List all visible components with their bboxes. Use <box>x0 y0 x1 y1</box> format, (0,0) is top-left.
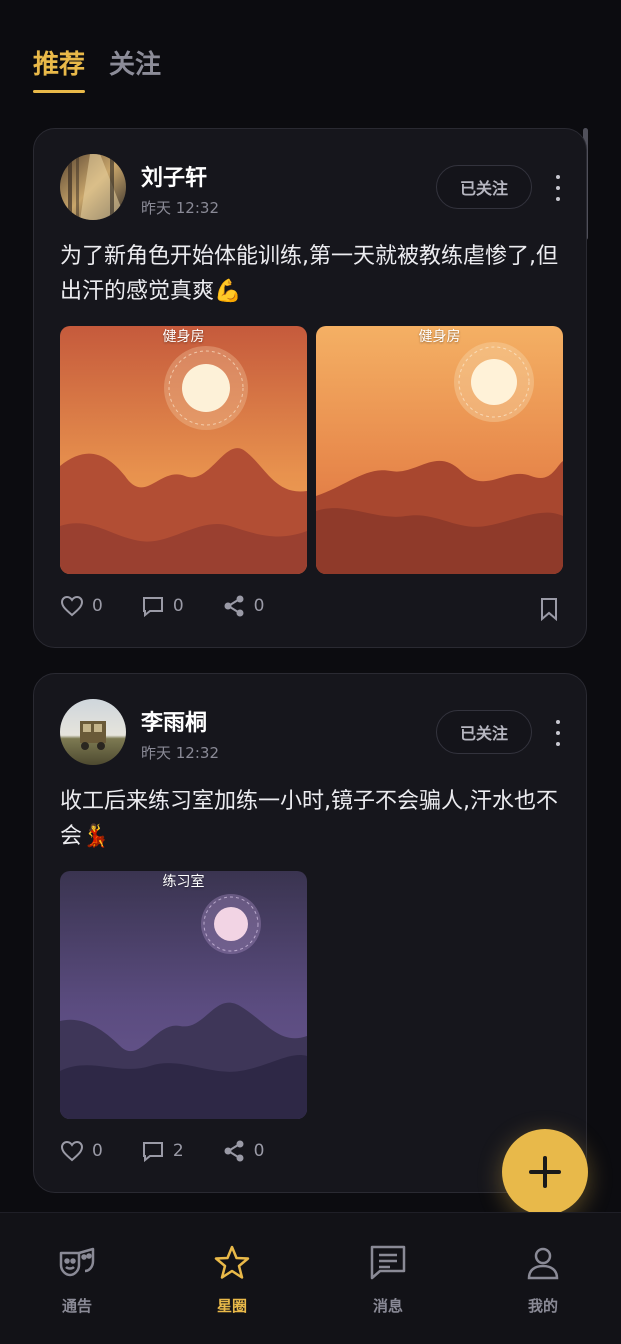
comment-button[interactable]: 2 <box>141 1139 184 1163</box>
post-text: 收工后来练习室加练一小时,镜子不会骗人,汗水也不会💃 <box>60 789 558 849</box>
nav-label: 星圈 <box>216 1297 247 1315</box>
tab-recommend[interactable]: 推荐 <box>33 44 86 93</box>
author-name[interactable]: 刘子轩 <box>141 160 207 192</box>
like-button[interactable]: 0 <box>60 594 103 618</box>
post-card: 刘子轩 昨天 12:32 已关注 为了新角色开始体能训练,第一天就被教练虐惨了,… <box>33 128 587 648</box>
post-image[interactable] <box>60 326 307 574</box>
nav-label: 我的 <box>527 1297 558 1315</box>
share-icon <box>224 595 244 617</box>
star-icon <box>214 1245 250 1279</box>
nav-item-messages[interactable]: 消息 <box>328 1243 448 1316</box>
post-image[interactable] <box>60 871 307 1119</box>
share-icon <box>224 1140 244 1162</box>
like-button[interactable]: 0 <box>60 1139 103 1163</box>
comment-button[interactable]: 0 <box>141 594 184 618</box>
comment-count: 0 <box>172 596 184 616</box>
nav-label: 消息 <box>372 1297 403 1315</box>
nav-item-star-circle[interactable]: 星圈 <box>172 1243 292 1316</box>
post-actions: 0 2 0 <box>60 1139 302 1163</box>
author-name[interactable]: 李雨桐 <box>141 705 207 737</box>
post-text: 为了新角色开始体能训练,第一天就被教练虐惨了,但出汗的感觉真爽💪 <box>60 244 558 304</box>
feed-tabs: 推荐 关注 <box>33 44 161 93</box>
avatar[interactable] <box>60 699 126 765</box>
app-screen: 推荐 关注 刘子轩 昨天 12:32 已关注 为了新角色开始体能训练,第一天就被… <box>0 0 621 1344</box>
post-card: 李雨桐 昨天 12:32 已关注 收工后来练习室加练一小时,镜子不会骗人,汗水也… <box>33 673 587 1193</box>
nav-item-announcements[interactable]: 通告 <box>17 1243 137 1316</box>
follow-button[interactable]: 已关注 <box>436 165 532 209</box>
follow-button[interactable]: 已关注 <box>436 710 532 754</box>
share-count: 0 <box>253 596 265 616</box>
comment-icon <box>142 1142 163 1163</box>
nav-label: 通告 <box>61 1297 92 1315</box>
like-count: 0 <box>92 596 103 616</box>
post-time: 昨天 12:32 <box>141 744 219 762</box>
share-button[interactable]: 0 <box>222 594 265 618</box>
nav-item-profile[interactable]: 我的 <box>483 1243 603 1316</box>
bookmark-icon[interactable] <box>538 597 560 621</box>
more-options-icon[interactable] <box>548 175 568 201</box>
avatar[interactable] <box>60 154 126 220</box>
like-count: 0 <box>92 1141 103 1161</box>
user-icon <box>527 1247 559 1280</box>
heart-icon <box>60 595 84 617</box>
post-actions: 0 0 0 <box>60 594 302 618</box>
tab-following[interactable]: 关注 <box>109 44 161 93</box>
image-label: 练习室 <box>162 874 205 890</box>
message-icon <box>370 1245 406 1280</box>
image-label: 健身房 <box>162 329 205 345</box>
comment-count: 2 <box>172 1141 184 1161</box>
share-count: 0 <box>253 1141 265 1161</box>
post-image[interactable] <box>316 326 563 574</box>
post-time: 昨天 12:32 <box>141 199 219 217</box>
bottom-navigation: 通告 星圈 消息 我的 <box>0 1212 621 1344</box>
comment-icon <box>142 597 163 618</box>
image-label: 健身房 <box>418 329 461 345</box>
theater-mask-icon <box>59 1247 95 1277</box>
heart-icon <box>60 1140 84 1162</box>
create-post-button[interactable] <box>502 1129 588 1215</box>
more-options-icon[interactable] <box>548 720 568 746</box>
share-button[interactable]: 0 <box>222 1139 265 1163</box>
plus-icon <box>529 1156 561 1188</box>
